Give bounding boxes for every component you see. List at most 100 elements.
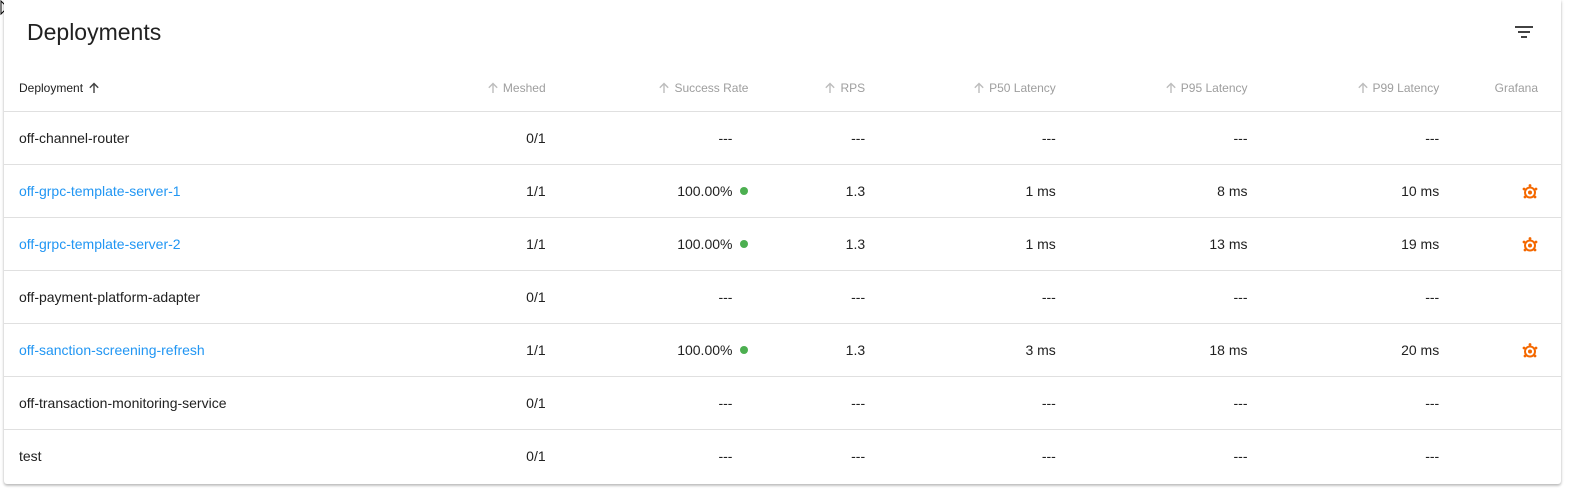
cell-p99-latency: 19 ms — [1247, 217, 1440, 271]
grafana-link[interactable] — [1522, 182, 1538, 199]
cell-p99-latency: 10 ms — [1247, 164, 1440, 218]
deployment-name: off-channel-router — [19, 130, 130, 146]
cell-deployment-name: off-grpc-template-server-2 — [4, 217, 325, 271]
cell-success-rate: --- — [545, 376, 749, 430]
cell-rps: --- — [748, 376, 866, 430]
success-status-dot-icon — [740, 399, 748, 407]
grafana-link[interactable] — [1522, 235, 1538, 252]
sort-arrow-up-icon — [974, 82, 984, 94]
cell-meshed: 0/1 — [324, 376, 546, 430]
table-body: off-channel-router 0/1 --- --- --- --- --- off-… — [4, 111, 1561, 483]
sort-arrow-up-icon — [659, 82, 670, 94]
cell-p50-latency: 1 ms — [865, 164, 1056, 218]
cell-p99-latency: --- — [1425, 448, 1440, 464]
table-header-row: Deployment Meshed Success Rate RPS P50 Laten… — [4, 64, 1561, 112]
grafana-link[interactable] — [1522, 341, 1538, 358]
cell-deployment-name: off-sanction-screening-refresh — [4, 323, 325, 377]
success-status-dot-icon — [740, 187, 749, 196]
success-rate-value: 100.00% — [677, 236, 733, 252]
success-rate-value: 100.00% — [677, 183, 733, 199]
deployment-name: off-transaction-monitoring-service — [19, 395, 227, 411]
table-row: off-channel-router 0/1 --- --- --- --- --- — [4, 111, 1561, 165]
cell-success-rate: --- — [546, 430, 749, 483]
cell-deployment-name: off-transaction-monitoring-service — [4, 376, 325, 430]
column-header-deployment[interactable]: Deployment — [4, 64, 325, 112]
grafana-icon — [1522, 236, 1538, 252]
cell-meshed: 0/1 — [324, 270, 546, 324]
success-rate-value: --- — [718, 448, 733, 464]
cell-p95-latency: --- — [1055, 376, 1248, 430]
table-row: off-payment-platform-adapter 0/1 --- --- ---… — [4, 270, 1561, 324]
cell-deployment-name: off-payment-platform-adapter — [4, 270, 325, 324]
cell-p95-latency: --- — [1055, 270, 1248, 324]
cell-grafana — [1439, 164, 1561, 218]
cell-success-rate: --- — [545, 111, 749, 165]
column-header-rps[interactable]: RPS — [748, 64, 866, 112]
table-row: test 0/1 --- --- --- --- --- — [4, 430, 1561, 483]
cell-grafana — [1439, 430, 1561, 483]
cell-p99-latency: --- — [1247, 111, 1440, 165]
filter-button[interactable] — [1510, 18, 1538, 46]
grafana-icon — [1522, 183, 1538, 199]
deployment-link[interactable]: off-grpc-template-server-1 — [19, 183, 181, 199]
cell-p95-latency: 13 ms — [1055, 217, 1248, 271]
success-status-dot-icon — [740, 134, 748, 142]
cell-grafana — [1439, 376, 1561, 430]
cell-p95-latency: --- — [1233, 448, 1248, 464]
success-status-dot-icon — [740, 452, 748, 460]
cell-p50-latency: 3 ms — [865, 323, 1056, 377]
column-header-label: P99 Latency — [1372, 80, 1440, 95]
cell-deployment-name: off-channel-router — [4, 111, 325, 165]
success-rate-value: --- — [718, 289, 733, 305]
deployment-name: test — [19, 448, 42, 464]
page-title: Deployments — [27, 19, 162, 45]
filter-list-icon — [1515, 26, 1533, 38]
cell-rps: --- — [748, 270, 866, 324]
table-row: off-grpc-template-server-1 1/1 100.00% 1.3 1… — [4, 164, 1561, 218]
success-rate-value: --- — [718, 130, 733, 146]
cell-p99-latency: --- — [1247, 376, 1440, 430]
success-status-dot-icon — [740, 346, 749, 355]
cell-rps: 1.3 — [748, 323, 866, 377]
cell-success-rate: 100.00% — [545, 323, 749, 377]
cell-p50-latency: --- — [865, 376, 1056, 430]
column-header-label: Success Rate — [674, 80, 749, 95]
column-header-label: Grafana — [1494, 80, 1538, 95]
column-header-label: RPS — [840, 80, 866, 95]
cell-grafana — [1439, 111, 1561, 165]
column-header-label: P95 Latency — [1180, 80, 1248, 95]
cell-rps: 1.3 — [748, 164, 866, 218]
cell-p50-latency: --- — [1041, 448, 1056, 464]
sort-arrow-up-icon — [1166, 82, 1176, 94]
cell-deployment-name: off-grpc-template-server-1 — [4, 164, 325, 218]
deployments-card: Deployments Deployment Meshed Success Rate… — [4, 0, 1561, 484]
cell-meshed: 1/1 — [324, 164, 546, 218]
success-status-dot-icon — [740, 293, 748, 301]
cell-p99-latency: --- — [1247, 270, 1440, 324]
table-row: off-grpc-template-server-2 1/1 100.00% 1.3 1… — [4, 217, 1561, 271]
cell-p95-latency: 18 ms — [1055, 323, 1248, 377]
success-status-dot-icon — [740, 240, 749, 249]
sort-arrow-up-icon — [825, 82, 836, 94]
deployment-link[interactable]: off-sanction-screening-refresh — [19, 342, 205, 358]
cell-rps: 1.3 — [748, 217, 866, 271]
column-header-meshed[interactable]: Meshed — [324, 64, 546, 112]
cell-p50-latency: 1 ms — [865, 217, 1056, 271]
cell-rps: --- — [748, 111, 866, 165]
cell-meshed: 1/1 — [324, 217, 546, 271]
deployment-link[interactable]: off-grpc-template-server-2 — [19, 236, 181, 252]
column-header-label: Deployment — [19, 80, 84, 95]
cell-p99-latency: 20 ms — [1247, 323, 1440, 377]
success-rate-value: --- — [718, 395, 733, 411]
sort-arrow-up-icon — [1357, 82, 1368, 94]
cell-p50-latency: --- — [865, 270, 1056, 324]
sort-arrow-up-icon — [89, 82, 99, 94]
sort-arrow-up-icon — [488, 82, 498, 94]
cell-grafana — [1439, 270, 1561, 324]
column-header-label: Meshed — [502, 80, 546, 95]
column-header-p50-latency[interactable]: P50 Latency — [865, 64, 1056, 112]
cell-grafana — [1439, 217, 1561, 271]
column-header-p95-latency[interactable]: P95 Latency — [1055, 64, 1248, 112]
column-header-success-rate[interactable]: Success Rate — [545, 64, 749, 112]
column-header-p99-latency[interactable]: P99 Latency — [1247, 64, 1440, 112]
